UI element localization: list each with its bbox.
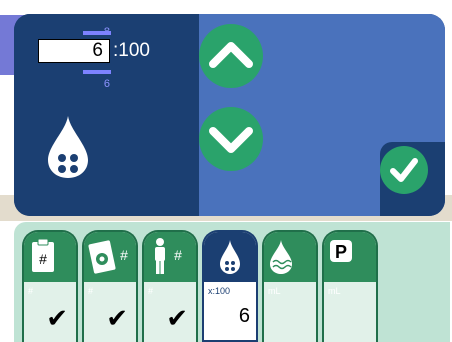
ratio-suffix: :100: [113, 40, 150, 61]
tab-label: #: [148, 286, 154, 296]
water-drop-waves-icon: [270, 240, 292, 274]
tab-complete-mark: ✔: [106, 303, 128, 333]
tab-clipboard-count[interactable]: # # ✔: [22, 230, 78, 342]
tab-clipboard-gear-count[interactable]: # # ✔: [82, 230, 138, 342]
chevron-down-icon: [209, 127, 253, 153]
svg-text:#: #: [39, 251, 47, 267]
tab-label: mL: [328, 286, 341, 296]
tab-fluid-volume[interactable]: mL: [262, 230, 318, 342]
tab-label: #: [28, 286, 34, 296]
tab-label: x:100: [208, 286, 231, 296]
drop-icon: [220, 240, 240, 274]
clipboard-hash-icon: #: [32, 238, 54, 272]
tab-parking-volume[interactable]: P mL: [322, 230, 378, 342]
ratio-value-field[interactable]: 6: [38, 39, 110, 63]
ratio-previous-value[interactable]: 6: [80, 78, 110, 90]
spinner-bar-bottom: [83, 70, 111, 74]
increment-button[interactable]: [199, 24, 263, 88]
tab-label: #: [88, 286, 94, 296]
svg-text:#: #: [120, 247, 128, 263]
person-hash-icon: #: [155, 238, 182, 274]
drop-icon: [48, 116, 88, 178]
tab-complete-mark: ✔: [166, 303, 188, 333]
svg-text:P: P: [335, 242, 347, 262]
tab-drop-ratio[interactable]: x:100 6: [202, 230, 258, 342]
top-margin: [0, 0, 452, 15]
tab-person-count[interactable]: # # ✔: [142, 230, 198, 342]
spinner-bar-top: [83, 31, 111, 35]
clipboard-gear-hash-icon: #: [88, 240, 128, 274]
chevron-up-icon: [209, 42, 253, 68]
tab-value: 6: [238, 305, 250, 327]
svg-text:#: #: [174, 247, 182, 263]
checkmark-icon: [390, 158, 418, 182]
tab-label: mL: [268, 286, 281, 296]
tab-complete-mark: ✔: [46, 303, 68, 333]
parking-icon: P: [330, 240, 352, 262]
confirm-button[interactable]: [380, 146, 428, 194]
decrement-button[interactable]: [199, 107, 263, 171]
